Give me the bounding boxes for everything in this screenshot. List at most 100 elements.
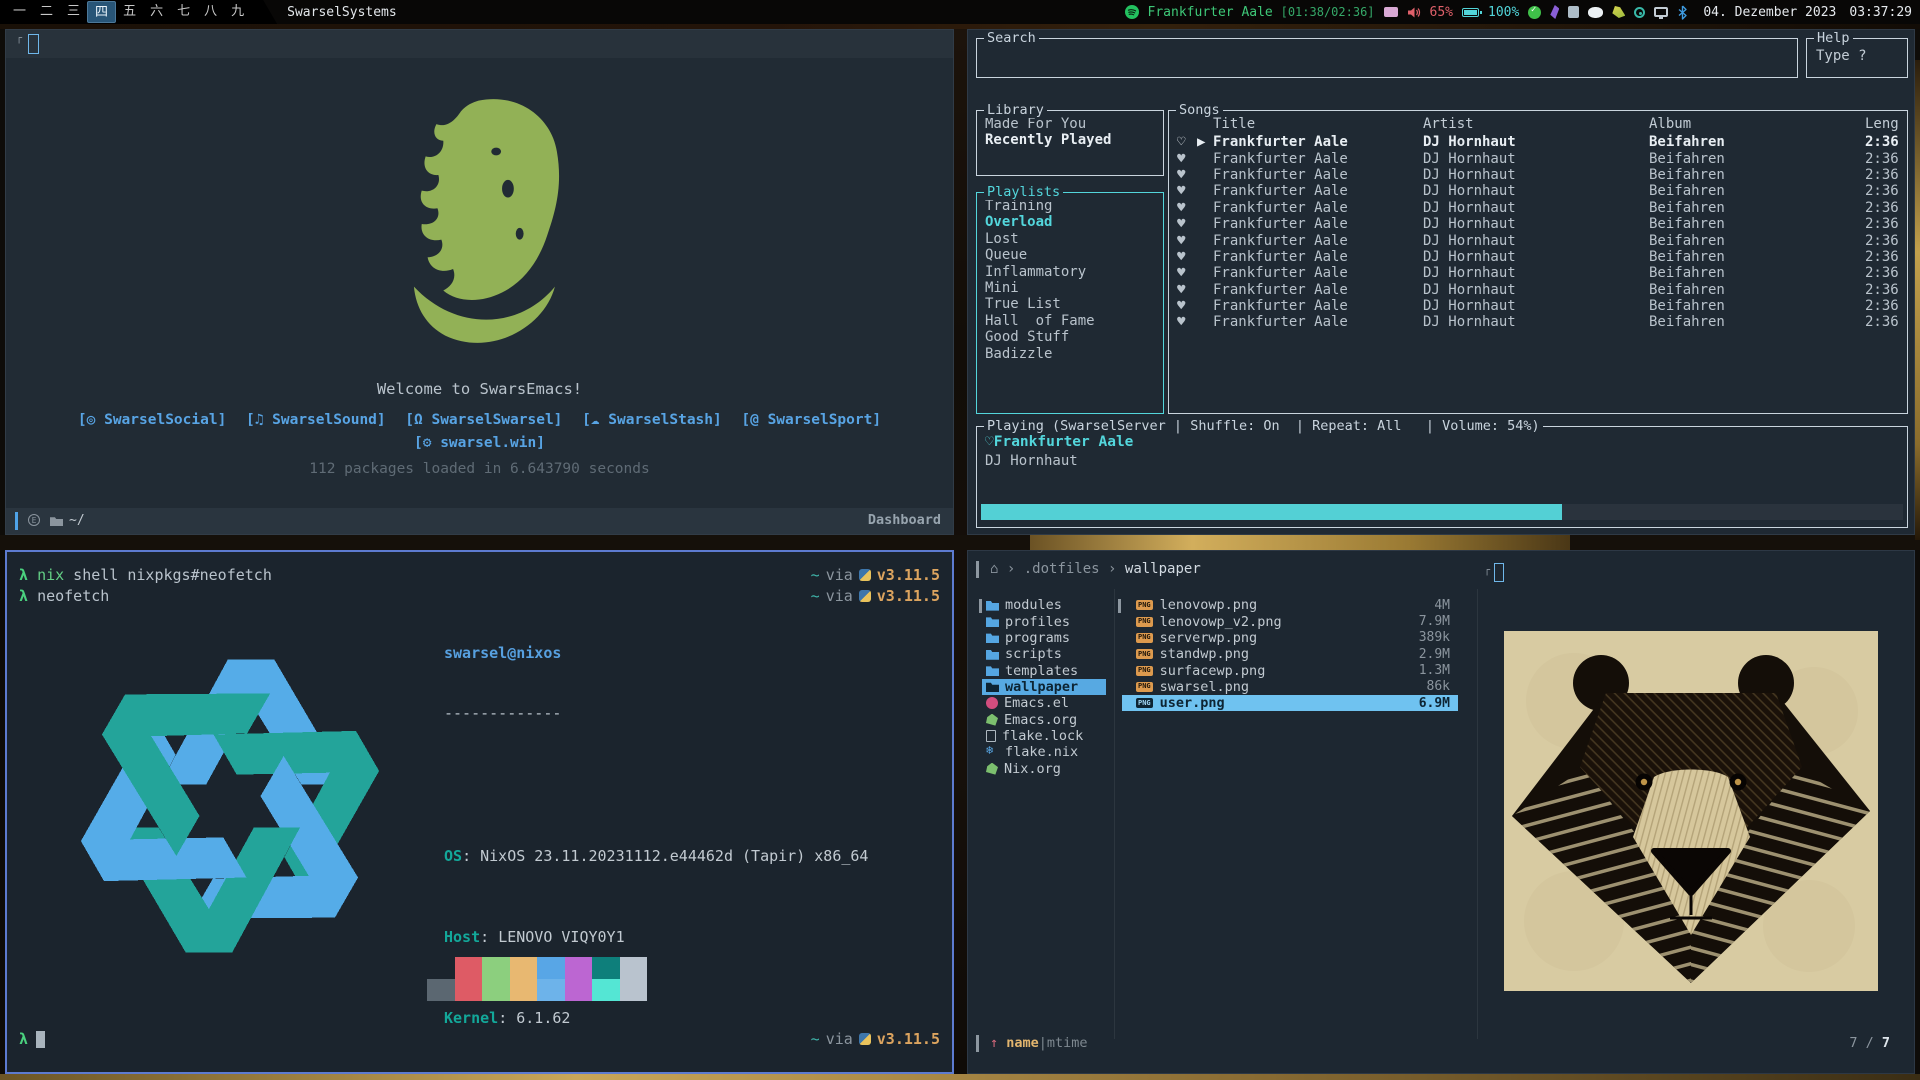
favorite-heart-icon[interactable]: ♥ <box>1175 200 1197 216</box>
now-playing-module[interactable]: Frankfurter Aale [01:38/02:36] <box>1148 5 1375 20</box>
workspace-button[interactable]: 八 <box>197 1 224 23</box>
favorite-heart-icon[interactable]: ♥ <box>1175 183 1197 199</box>
dashboard-link[interactable]: [Ω SwarselSwarsel] <box>405 412 562 428</box>
song-row[interactable]: ♥ Frankfurter Aale DJ Hornhaut Beifahren… <box>1175 298 1901 314</box>
favorite-heart-icon[interactable]: ♥ <box>1175 282 1197 298</box>
seek-bar[interactable] <box>981 504 1903 520</box>
file-row[interactable]: flake.nix <box>982 744 1106 760</box>
playlist-item[interactable]: Hall of Fame <box>985 313 1163 329</box>
library-item[interactable]: Made For You <box>985 116 1163 132</box>
song-row[interactable]: ♥ Frankfurter Aale DJ Hornhaut Beifahren… <box>1175 265 1901 281</box>
sort-alt-key[interactable]: mtime <box>1047 1035 1088 1051</box>
claw-tray-icon[interactable] <box>1612 6 1625 18</box>
file-row[interactable]: PNG serverwp.png 389k <box>1122 630 1458 646</box>
favorite-heart-icon[interactable]: ♥ <box>1175 314 1197 330</box>
favorite-heart-icon[interactable]: ♥ <box>1175 249 1197 265</box>
breadcrumb-dir[interactable]: .dotfiles <box>1024 561 1100 577</box>
file-name: user.png <box>1160 695 1225 711</box>
file-row[interactable]: programs <box>982 630 1106 646</box>
file-row[interactable]: PNG lenovowp.png 4M <box>1122 597 1458 613</box>
workspace-button[interactable]: 五 <box>116 1 143 23</box>
breadcrumb[interactable]: ⌂ › .dotfiles › wallpaper <box>990 561 1201 577</box>
now-playing-track: Frankfurter Aale <box>1148 5 1273 20</box>
favorite-heart-icon[interactable]: ♥ <box>1175 233 1197 249</box>
workspace-button[interactable]: 一 <box>6 1 33 23</box>
sort-key[interactable]: name <box>1006 1035 1039 1051</box>
favorite-heart-icon[interactable]: ♥ <box>1175 216 1197 232</box>
workspace-button[interactable]: 三 <box>60 1 87 23</box>
file-row[interactable]: modules <box>982 597 1106 613</box>
status-bar: 一 二 三 四 五 六 七 八 九 SwarselSystems <box>0 0 1920 24</box>
file-row[interactable]: PNG lenovowp_v2.png 7.9M <box>1122 613 1458 629</box>
favorite-heart-icon[interactable]: ♡ <box>1175 134 1197 150</box>
dashboard-link[interactable]: [◎ SwarselSocial] <box>78 412 226 428</box>
spotify-icon[interactable] <box>1125 5 1139 19</box>
song-row[interactable]: ♥ Frankfurter Aale DJ Hornhaut Beifahren… <box>1175 232 1901 248</box>
file-row[interactable]: flake.lock <box>982 728 1106 744</box>
file-row[interactable]: scripts <box>982 646 1106 662</box>
dashboard-link[interactable]: [☁ SwarselStash] <box>582 412 722 428</box>
syncthing-icon[interactable] <box>1634 7 1645 18</box>
favorite-heart-icon[interactable]: ♥ <box>1175 151 1197 167</box>
song-row[interactable]: ♥ Frankfurter Aale DJ Hornhaut Beifahren… <box>1175 282 1901 298</box>
playlist-item[interactable]: Lost <box>985 231 1163 247</box>
song-row[interactable]: ♥ Frankfurter Aale DJ Hornhaut Beifahren… <box>1175 216 1901 232</box>
file-row[interactable]: Emacs.org <box>982 711 1106 727</box>
playlist-item[interactable]: Mini <box>985 280 1163 296</box>
playlist-item[interactable]: Good Stuff <box>985 329 1163 345</box>
file-name: scripts <box>1005 646 1062 662</box>
widget-tray-icon[interactable] <box>1568 6 1579 18</box>
library-item[interactable]: Recently Played <box>985 132 1163 148</box>
file-row[interactable]: Emacs.el <box>982 695 1106 711</box>
file-row[interactable]: PNG surfacewp.png 1.3M <box>1122 662 1458 678</box>
song-artist: DJ Hornhaut <box>1423 183 1649 199</box>
playlist-item[interactable]: Training <box>985 198 1163 214</box>
song-row[interactable]: ♥ Frankfurter Aale DJ Hornhaut Beifahren… <box>1175 314 1901 330</box>
file-row[interactable]: PNG swarsel.png 86k <box>1122 679 1458 695</box>
favorite-heart-icon[interactable]: ♥ <box>1175 265 1197 281</box>
file-row[interactable]: templates <box>982 662 1106 678</box>
shell-prompt[interactable]: λ <box>19 1030 45 1048</box>
dashboard-link[interactable]: [@ SwarselSport] <box>741 412 881 428</box>
workspace-button[interactable]: 七 <box>170 1 197 23</box>
song-title: Frankfurter Aale <box>1213 134 1423 150</box>
song-row[interactable]: ♥ Frankfurter Aale DJ Hornhaut Beifahren… <box>1175 167 1901 183</box>
heart-icon[interactable]: ♡ <box>985 434 994 450</box>
png-badge-icon: PNG <box>1136 682 1153 692</box>
display-icon[interactable] <box>1654 7 1668 17</box>
search-input[interactable]: Search <box>976 38 1798 78</box>
file-row[interactable]: PNG standwp.png 2.9M <box>1122 646 1458 662</box>
playlist-item[interactable]: Overload <box>985 214 1163 230</box>
dashboard-link[interactable]: [♫ SwarselSound] <box>246 412 386 428</box>
dashboard-link-site[interactable]: [⚙ swarsel.win] <box>414 435 545 451</box>
file-row[interactable]: PNG user.png 6.9M <box>1122 695 1458 711</box>
bluetooth-icon[interactable] <box>1677 5 1688 20</box>
file-row[interactable]: Nix.org <box>982 760 1106 776</box>
song-row[interactable]: ♥ Frankfurter Aale DJ Hornhaut Beifahren… <box>1175 249 1901 265</box>
battery-icon[interactable] <box>1462 8 1479 17</box>
playlist-item[interactable]: True List <box>985 296 1163 312</box>
shard-tray-icon[interactable] <box>1550 5 1559 19</box>
song-row[interactable]: ♥ Frankfurter Aale DJ Hornhaut Beifahren… <box>1175 183 1901 199</box>
file-row[interactable]: profiles <box>982 613 1106 629</box>
song-row[interactable]: ♥ Frankfurter Aale DJ Hornhaut Beifahren… <box>1175 150 1901 166</box>
favorite-heart-icon[interactable]: ♥ <box>1175 298 1197 314</box>
sort-direction-icon[interactable]: ↑ <box>990 1035 1006 1051</box>
breadcrumb-current[interactable]: wallpaper <box>1125 561 1201 577</box>
workspace-button[interactable]: 六 <box>143 1 170 23</box>
keyboard-icon[interactable] <box>1384 7 1398 17</box>
song-row[interactable]: ♡ ▶ Frankfurter Aale DJ Hornhaut Beifahr… <box>1175 134 1901 150</box>
verified-tray-icon[interactable] <box>1528 6 1541 19</box>
playlist-item[interactable]: Badizzle <box>985 346 1163 362</box>
terminal-window[interactable]: λ nix shell nixpkgs#neofetch ~viav3.11.5… <box>5 550 954 1074</box>
song-row[interactable]: ♥ Frankfurter Aale DJ Hornhaut Beifahren… <box>1175 200 1901 216</box>
favorite-heart-icon[interactable]: ♥ <box>1175 167 1197 183</box>
workspace-button[interactable]: 九 <box>224 1 251 23</box>
workspace-button[interactable]: 二 <box>33 1 60 23</box>
volume-icon[interactable] <box>1407 6 1421 19</box>
workspace-button[interactable]: 四 <box>87 1 116 23</box>
playlist-item[interactable]: Queue <box>985 247 1163 263</box>
file-row[interactable]: wallpaper <box>982 679 1106 695</box>
playlist-item[interactable]: Inflammatory <box>985 264 1163 280</box>
discord-icon[interactable] <box>1588 7 1603 18</box>
